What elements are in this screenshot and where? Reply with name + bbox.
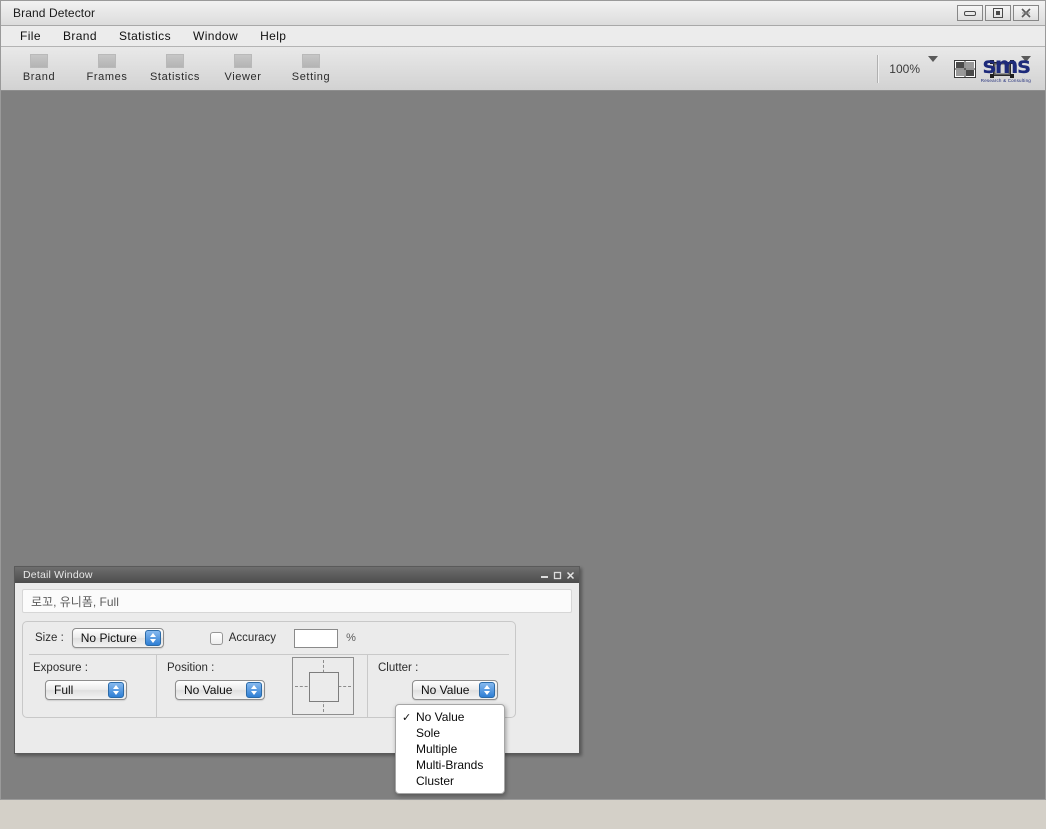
attributes-top-row: Size : No Picture Accuracy % <box>23 622 515 654</box>
close-icon <box>1021 8 1031 18</box>
clutter-option-sole[interactable]: Sole <box>396 725 504 741</box>
toolbar: Brand Frames Statistics Viewer Setting 1… <box>1 47 1045 91</box>
menu-item-window[interactable]: Window <box>182 27 249 45</box>
window-title: Brand Detector <box>13 6 96 20</box>
exposure-select-value: Full <box>54 683 74 697</box>
toolbar-button-viewer[interactable]: Viewer <box>213 54 273 83</box>
menu-item-file[interactable]: File <box>9 27 52 45</box>
menu-bar: File Brand Statistics Window Help <box>1 26 1045 47</box>
position-select[interactable]: No Value <box>175 680 265 700</box>
clutter-label: Clutter : <box>378 662 419 674</box>
accuracy-unit: % <box>346 632 356 644</box>
toolbar-button-viewer-label: Viewer <box>224 71 262 83</box>
toolbar-button-setting[interactable]: Setting <box>281 54 341 83</box>
toolbar-button-brand[interactable]: Brand <box>9 54 69 83</box>
exposure-select[interactable]: Full <box>45 680 127 700</box>
menu-item-statistics[interactable]: Statistics <box>108 27 182 45</box>
grid-layout-button[interactable] <box>954 59 976 78</box>
brand-icon <box>30 54 48 68</box>
clutter-option-multiple[interactable]: Multiple <box>396 741 504 757</box>
clutter-option-cluster-label: Cluster <box>416 774 455 788</box>
menu-item-brand[interactable]: Brand <box>52 27 108 45</box>
sms-logo-wordmark: sms <box>982 52 1030 79</box>
exposure-cell: Exposure : Full <box>23 655 156 717</box>
checkmark-icon: ✓ <box>402 711 412 724</box>
clutter-select-value: No Value <box>421 683 470 697</box>
accuracy-input[interactable] <box>294 628 339 648</box>
accuracy-label: Accuracy <box>228 632 277 644</box>
clutter-option-multi-brands[interactable]: Multi-Brands <box>396 757 504 773</box>
close-icon <box>566 571 575 579</box>
minimize-button[interactable] <box>957 5 983 21</box>
close-button[interactable] <box>1013 5 1039 21</box>
clutter-option-cluster[interactable]: Cluster <box>396 773 504 789</box>
minimize-icon <box>964 10 976 16</box>
detail-window-controls <box>540 567 575 583</box>
toolbar-button-statistics-label: Statistics <box>149 71 200 83</box>
stepper-arrows-icon <box>479 682 495 698</box>
detail-window-titlebar[interactable]: Detail Window <box>15 567 579 583</box>
stepper-arrows-icon <box>144 630 161 646</box>
position-grid-icon[interactable] <box>292 657 354 715</box>
grid-layout-icon <box>954 59 976 78</box>
position-select-value: No Value <box>184 683 233 697</box>
sms-logo: sms Research & Consulting <box>981 54 1031 83</box>
statistics-icon <box>166 54 184 68</box>
toolbar-button-frames[interactable]: Frames <box>77 54 137 83</box>
minimize-icon <box>541 575 548 578</box>
window-titlebar: Brand Detector <box>1 1 1045 26</box>
stepper-arrows-icon <box>246 682 262 698</box>
maximize-icon <box>553 571 562 579</box>
frames-icon <box>98 54 116 68</box>
size-label: Size : <box>35 632 64 644</box>
size-select-value: No Picture <box>80 631 137 645</box>
clutter-option-sole-label: Sole <box>416 726 441 740</box>
clutter-option-multi-brands-label: Multi-Brands <box>416 758 484 772</box>
toolbar-separator <box>877 54 880 83</box>
viewer-icon <box>234 54 252 68</box>
exposure-label: Exposure : <box>33 662 88 674</box>
maximize-button[interactable] <box>985 5 1011 21</box>
setting-icon <box>302 54 320 68</box>
detail-window-title: Detail Window <box>23 569 93 581</box>
maximize-icon <box>993 8 1003 18</box>
toolbar-button-statistics[interactable]: Statistics <box>145 54 205 83</box>
clutter-select[interactable]: No Value <box>412 680 498 700</box>
clutter-option-no-value-label: No Value <box>416 710 465 724</box>
zoom-level-control[interactable]: 100% <box>889 55 938 76</box>
toolbar-button-frames-label: Frames <box>86 71 128 83</box>
window-controls <box>955 5 1039 21</box>
chevron-down-icon <box>928 55 938 76</box>
accuracy-checkbox[interactable] <box>209 631 223 645</box>
clutter-dropdown-menu[interactable]: ✓ No Value Sole Multiple Multi-Brands Cl… <box>395 704 505 794</box>
stepper-arrows-icon <box>108 682 124 698</box>
clutter-option-multiple-label: Multiple <box>416 742 458 756</box>
sms-logo-tagline: Research & Consulting <box>980 77 1031 83</box>
toolbar-button-brand-label: Brand <box>22 71 56 83</box>
desktop-background <box>0 800 1046 829</box>
zoom-level-value: 100% <box>889 61 920 76</box>
detail-summary-text: 로꼬, 유니폼, Full <box>22 589 572 613</box>
detail-close-button[interactable] <box>566 571 575 580</box>
detail-minimize-button[interactable] <box>540 571 549 580</box>
toolbar-button-setting-label: Setting <box>291 71 331 83</box>
position-cell: Position : No Value <box>156 655 367 717</box>
detail-maximize-button[interactable] <box>553 571 562 580</box>
size-select[interactable]: No Picture <box>71 628 164 648</box>
clutter-option-no-value[interactable]: ✓ No Value <box>396 709 504 725</box>
menu-item-help[interactable]: Help <box>249 27 297 45</box>
